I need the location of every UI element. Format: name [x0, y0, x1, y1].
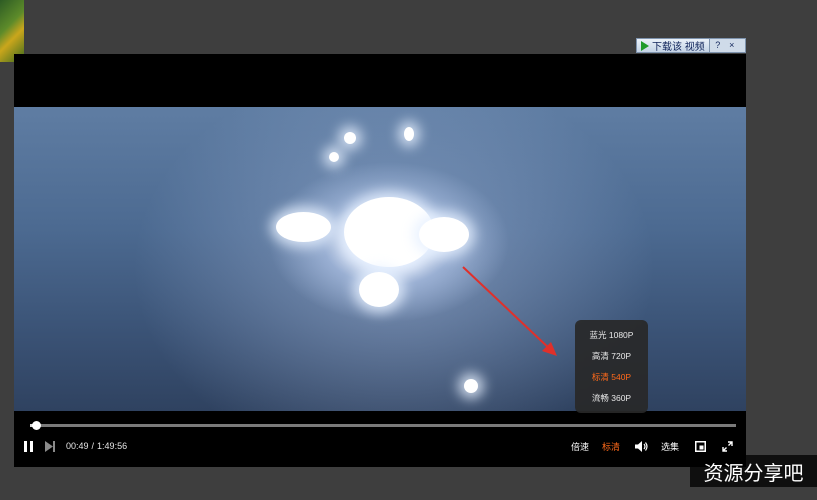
pip-icon [695, 440, 706, 452]
background-thumbnail [0, 0, 24, 62]
next-icon [45, 440, 55, 452]
quality-option[interactable]: 蓝光 1080P [575, 325, 648, 346]
quality-menu: 蓝光 1080P 高清 720P 标清 540P 流畅 360P [575, 320, 648, 413]
download-video-label: 下载该 视频 [652, 42, 705, 53]
download-video-button[interactable]: 下载该 视频 [637, 39, 710, 53]
quality-button[interactable]: 标清 [602, 434, 620, 458]
download-video-toolbar: 下载该 视频 ? × [636, 38, 746, 53]
current-time: 00:49 [66, 441, 89, 451]
control-bar: 00:49 / 1:49:56 倍速 标清 选集 [14, 434, 746, 458]
help-button[interactable]: ? [712, 40, 724, 51]
close-button[interactable]: × [726, 40, 738, 51]
volume-icon [635, 440, 648, 452]
progress-bar[interactable] [30, 421, 736, 430]
quality-option[interactable]: 高清 720P [575, 346, 648, 367]
progress-knob[interactable] [31, 421, 41, 430]
pause-button[interactable] [24, 434, 36, 458]
quality-option[interactable]: 流畅 360P [575, 388, 648, 409]
quality-option[interactable]: 标清 540P [575, 367, 648, 388]
volume-button[interactable] [635, 434, 648, 458]
time-separator: / [91, 441, 95, 451]
next-button[interactable] [45, 434, 57, 458]
episodes-button[interactable]: 选集 [661, 434, 679, 458]
play-triangle-icon [641, 40, 649, 51]
total-time: 1:49:56 [97, 441, 128, 451]
video-player[interactable]: 蓝光 1080P 高清 720P 标清 540P 流畅 360P 00:49 / 1:… [14, 54, 746, 467]
pause-icon [24, 440, 33, 452]
fullscreen-icon [722, 440, 733, 452]
watermark: 资源分享吧 [690, 455, 817, 487]
time-display: 00:49 / 1:49:56 [66, 434, 127, 458]
speed-button[interactable]: 倍速 [571, 434, 589, 458]
